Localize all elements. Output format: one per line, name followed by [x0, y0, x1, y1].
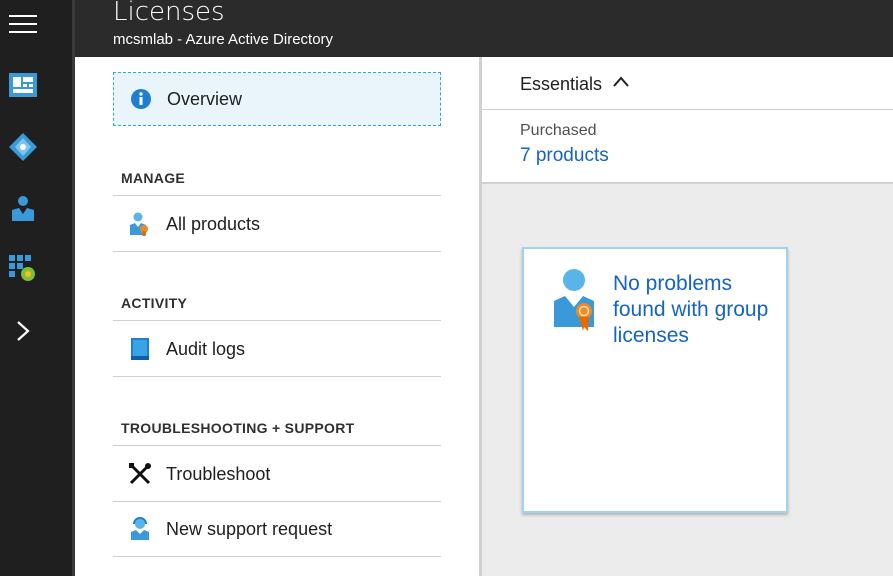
group-licenses-tile[interactable]: No problems found with group licenses	[522, 247, 788, 513]
nav-rail	[0, 0, 72, 576]
menu-item-audit-logs[interactable]: Audit logs	[113, 322, 441, 377]
essentials-toggle[interactable]: Essentials	[482, 57, 893, 110]
azure-ad-button[interactable]	[0, 123, 72, 171]
tools-icon	[128, 462, 152, 486]
users-icon	[12, 196, 34, 221]
blade-header: Licenses mcsmlab - Azure Active Director…	[75, 0, 893, 57]
user-license-icon	[128, 212, 152, 236]
purchased-label: Purchased	[520, 122, 597, 139]
purchased-products-link[interactable]: 7 products	[520, 145, 609, 167]
section-title-activity: ACTIVITY	[113, 285, 441, 321]
menu-item-overview[interactable]: Overview	[113, 72, 441, 126]
page-title: Licenses	[113, 0, 225, 27]
azure-ad-icon	[9, 133, 37, 161]
menu-item-label: Audit logs	[166, 338, 246, 359]
menu-item-label: Troubleshoot	[166, 463, 271, 484]
menu-item-label: New support request	[166, 518, 333, 539]
dashboard-button[interactable]	[0, 61, 72, 109]
dashboard-icon	[9, 73, 37, 97]
menu-item-all-products[interactable]: All products	[113, 197, 441, 252]
support-person-icon	[128, 517, 152, 541]
hamburger-menu-icon	[9, 15, 37, 33]
menu-item-new-support-request[interactable]: New support request	[113, 502, 441, 557]
menu-item-troubleshoot[interactable]: Troubleshoot	[113, 447, 441, 502]
chevron-up-icon	[613, 76, 629, 87]
users-button[interactable]	[0, 184, 72, 232]
menu-item-label: All products	[166, 213, 261, 234]
essentials-panel: Purchased 7 products	[482, 110, 893, 184]
page-subtitle: mcsmlab - Azure Active Directory	[113, 31, 334, 48]
menu-item-label: Overview	[167, 88, 243, 109]
section-title-troubleshooting: TROUBLESHOOTING + SUPPORT	[113, 410, 441, 446]
content-blade: Essentials Purchased 7 products No probl…	[482, 57, 893, 576]
essentials-label: Essentials	[520, 74, 603, 94]
menu-blade: Overview MANAGE All products ACTIVITY Au…	[75, 57, 479, 576]
marketplace-icon	[9, 255, 35, 281]
chevron-right-icon	[17, 321, 30, 341]
book-icon	[128, 337, 152, 361]
info-icon	[129, 87, 153, 111]
marketplace-button[interactable]	[0, 245, 72, 293]
section-title-manage: MANAGE	[113, 160, 441, 196]
hamburger-menu-button[interactable]	[0, 0, 72, 48]
license-user-icon	[554, 269, 594, 331]
tile-message: No problems found with group licenses	[613, 272, 769, 347]
expand-nav-button[interactable]	[0, 307, 72, 355]
